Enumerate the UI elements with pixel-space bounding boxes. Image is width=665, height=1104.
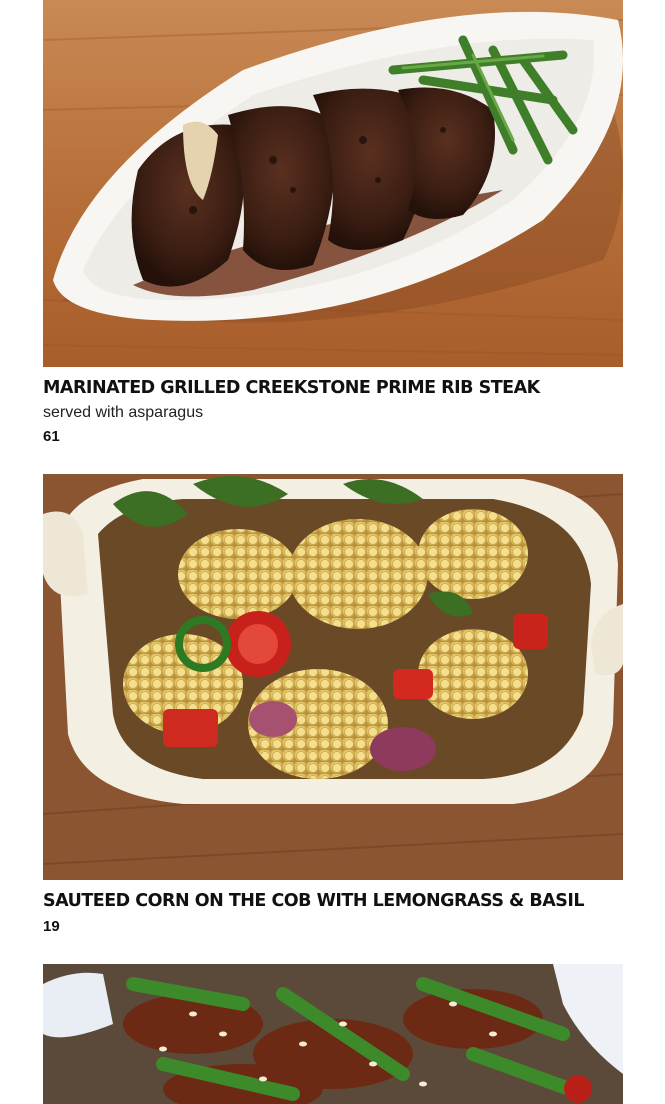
corn-photo[interactable] — [43, 474, 623, 880]
menu-item[interactable] — [43, 964, 623, 1104]
item-description: served with asparagus — [43, 404, 204, 421]
item-price: 61 — [43, 428, 60, 445]
menu-item[interactable]: MARINATED GRILLED CREEKSTONE PRIME RIB S… — [43, 0, 623, 447]
stir-fry-photo[interactable] — [43, 964, 623, 1104]
item-name[interactable]: MARINATED GRILLED CREEKSTONE PRIME RIB S… — [43, 377, 623, 399]
menu-item[interactable]: SAUTEED CORN ON THE COB WITH LEMONGRASS … — [43, 474, 623, 937]
item-name[interactable]: SAUTEED CORN ON THE COB WITH LEMONGRASS … — [43, 890, 623, 912]
item-price: 19 — [43, 918, 60, 935]
steak-photo[interactable] — [43, 0, 623, 367]
menu-list: MARINATED GRILLED CREEKSTONE PRIME RIB S… — [43, 0, 623, 1104]
